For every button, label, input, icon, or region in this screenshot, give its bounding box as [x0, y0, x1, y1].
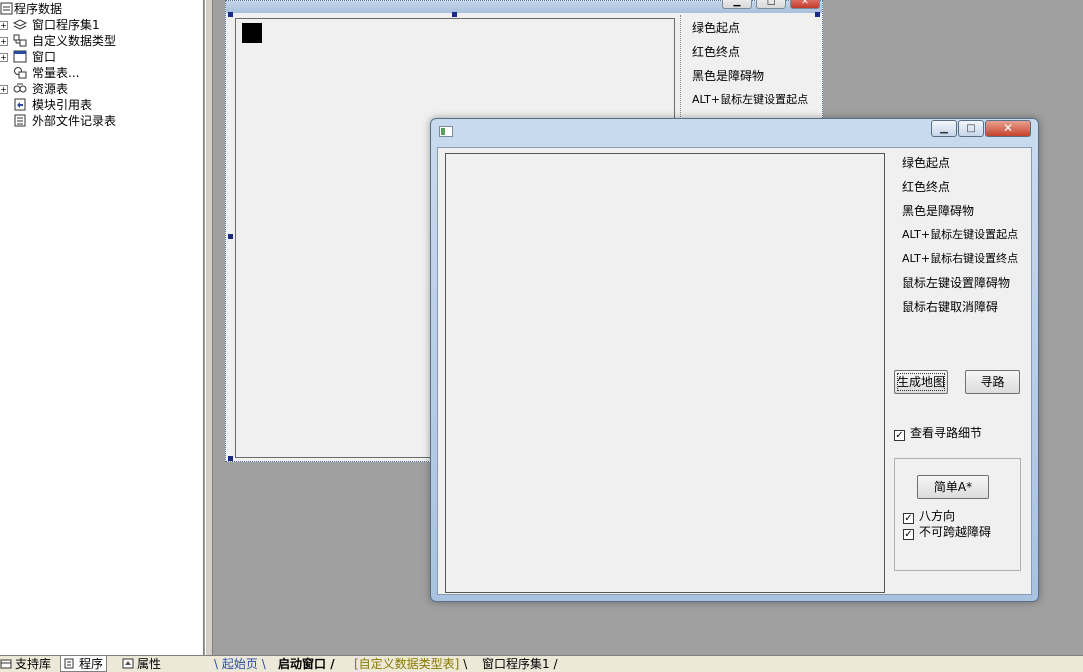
tab-support-library[interactable]: 支持库 [0, 656, 51, 672]
bottom-tab-strip: 支持库 程序 属性 \ 起始页 \ 启动窗口 / [自定义数据类型表] \ 窗口… [0, 655, 1083, 672]
resize-handle[interactable] [228, 234, 233, 239]
tree-item-window-assembly[interactable]: + 窗口程序集1 [0, 17, 204, 33]
no-cross-obstacles-checkbox[interactable]: ✓ 不可跨越障碍 [903, 523, 991, 540]
properties-icon [122, 658, 134, 669]
library-icon [0, 659, 12, 669]
doc-tab-startup-window[interactable]: 启动窗口 / [278, 656, 335, 672]
resize-handle[interactable] [452, 12, 457, 17]
tab-properties[interactable]: 属性 [122, 656, 161, 672]
eight-directions-checkbox[interactable]: ✓ 八方向 [903, 507, 955, 524]
tree-item-constants[interactable]: 常量表... [0, 65, 204, 81]
show-details-label: 查看寻路细节 [910, 426, 983, 440]
map-canvas[interactable] [445, 153, 885, 593]
expand-icon[interactable]: + [0, 85, 8, 94]
tree-item-window[interactable]: + 窗口 [0, 49, 204, 65]
window-client-area: 绿色起点 红色终点 黑色是障碍物 ALT+鼠标左键设置起点 ALT+鼠标右键设置… [437, 147, 1032, 595]
tree-item-module-refs[interactable]: 模块引用表 [0, 97, 204, 113]
start-marker [242, 23, 262, 43]
maximize-button[interactable]: □ [958, 120, 984, 137]
info-label: 红色终点 [902, 180, 951, 194]
expand-icon[interactable]: + [0, 53, 8, 62]
tree-item-label: 模块引用表 [32, 98, 93, 112]
minimize-button[interactable]: ▁ [931, 120, 957, 137]
file-icon [14, 114, 26, 127]
designer-close-icon: ✕ [790, 0, 820, 9]
program-icon [64, 658, 74, 669]
tree-item-label: 资源表 [32, 82, 69, 96]
simple-astar-button[interactable]: 简单A* [917, 475, 989, 499]
tree-item-resources[interactable]: + 资源表 [0, 81, 204, 97]
no-cross-obstacles-label: 不可跨越障碍 [919, 525, 992, 539]
info-label: 绿色起点 [902, 156, 951, 170]
tree-item-label: 自定义数据类型 [32, 34, 117, 48]
info-label: 鼠标左键设置障碍物 [902, 276, 1011, 290]
module-icon [14, 98, 26, 111]
checkbox-check-icon: ✓ [903, 529, 914, 540]
info-label: 鼠标右键取消障碍 [902, 300, 999, 314]
tree-item-label: 程序数据 [14, 2, 63, 16]
expand-icon[interactable]: + [0, 37, 8, 46]
close-button[interactable]: ✕ [985, 120, 1031, 137]
constants-icon [14, 67, 27, 79]
resize-handle[interactable] [228, 12, 233, 17]
resource-icon [13, 83, 27, 93]
tree-item-label: 窗口程序集1 [32, 18, 100, 32]
tab-label: 程序 [79, 657, 104, 671]
algorithm-group: 简单A* ✓ 八方向 ✓ 不可跨越障碍 [894, 458, 1021, 571]
tree-item-label: 窗口 [32, 50, 57, 64]
doc-tab-window-assembly[interactable]: 窗口程序集1 / [482, 656, 558, 672]
info-label: ALT+鼠标左键设置起点 [902, 228, 1019, 241]
designer-maximize-icon: □ [756, 0, 786, 9]
info-label: 黑色是障碍物 [902, 204, 975, 218]
layers-icon [13, 19, 27, 30]
tab-label: 支持库 [15, 657, 52, 671]
designer-minimize-icon: ▁ [722, 0, 752, 9]
designer-label[interactable]: 红色终点 [692, 43, 740, 60]
app-icon [439, 126, 453, 137]
resize-handle[interactable] [815, 12, 820, 17]
designer-label[interactable]: ALT+鼠标左键设置起点 [692, 91, 808, 107]
tree-item-external-files[interactable]: 外部文件记录表 [0, 113, 204, 129]
splitter[interactable] [205, 0, 213, 655]
tab-label: 属性 [137, 657, 162, 671]
show-details-checkbox[interactable]: ✓ 查看寻路细节 [894, 424, 982, 441]
eight-directions-label: 八方向 [919, 509, 956, 523]
tree-item-label: 常量表... [32, 66, 80, 80]
tree-item-custom-types[interactable]: + 自定义数据类型 [0, 33, 204, 49]
pathfinding-window[interactable]: ▁ □ ✕ 绿色起点 红色终点 黑色是障碍物 ALT+鼠标左键设置起点 ALT+… [430, 118, 1039, 602]
type-icon [13, 34, 27, 47]
resize-handle[interactable] [228, 456, 233, 461]
doc-tab-label: 窗口程序集1 [482, 657, 550, 671]
info-label: ALT+鼠标右键设置终点 [902, 252, 1019, 265]
checkbox-check-icon: ✓ [894, 430, 905, 441]
find-path-button[interactable]: 寻路 [965, 370, 1020, 394]
project-tree-panel: 程序数据 + 窗口程序集1 + 自定义数据类型 + 窗口 常量表... + 资源… [0, 0, 204, 655]
tab-program[interactable]: 程序 [60, 656, 108, 672]
expand-icon[interactable]: + [0, 21, 8, 30]
generate-map-button[interactable]: 生成地图 [894, 370, 948, 394]
window-icon [13, 50, 27, 63]
doc-tab-custom-types[interactable]: [自定义数据类型表] \ [354, 656, 467, 672]
designer-title-bar: ▁ □ ✕ [226, 0, 822, 13]
tree-item-label: 外部文件记录表 [32, 114, 117, 128]
doc-tab-label: 起始页 [221, 657, 258, 671]
doc-tab-start-page[interactable]: \ 起始页 \ [214, 656, 266, 672]
data-icon [0, 2, 13, 15]
doc-tab-label: 启动窗口 [278, 657, 327, 671]
designer-label[interactable]: 绿色起点 [692, 19, 740, 36]
designer-label[interactable]: 黑色是障碍物 [692, 67, 764, 84]
doc-tab-label: [自定义数据类型表] [354, 657, 460, 671]
